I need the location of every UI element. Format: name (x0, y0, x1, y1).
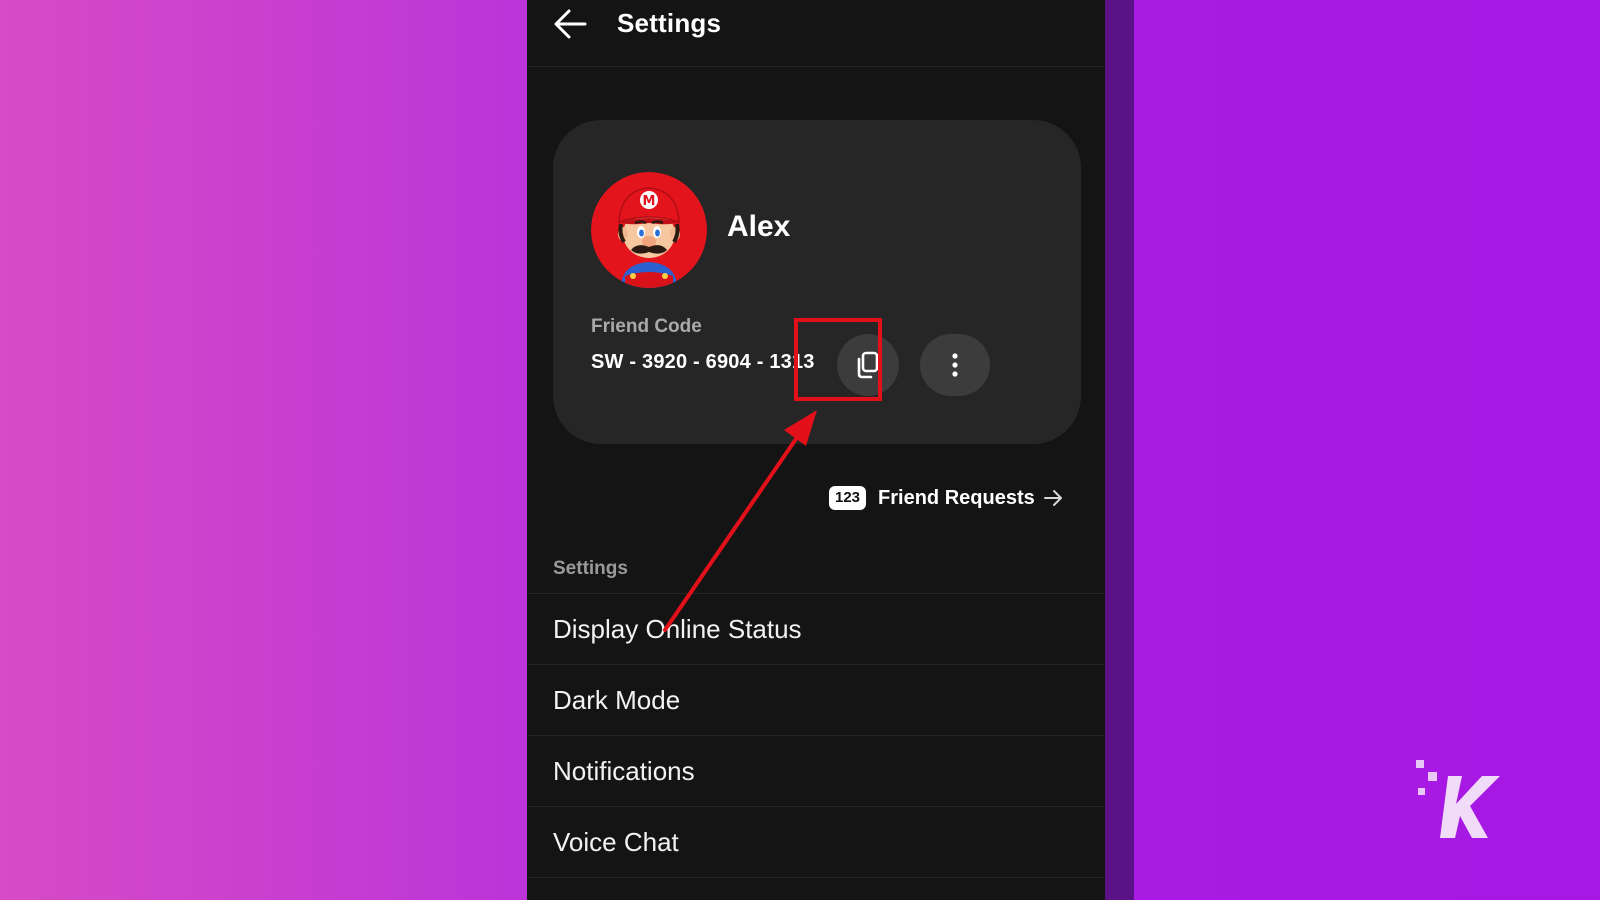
back-button[interactable] (551, 6, 591, 42)
app-header: Settings (527, 0, 1105, 67)
page-title: Settings (617, 8, 722, 38)
arrow-right-icon (1043, 490, 1062, 506)
phone-screen: Settings M Alex Friend Code SW - 3920 - … (527, 0, 1105, 900)
menu-item-display-online-status[interactable]: Display Online Status (527, 593, 1105, 664)
user-name: Alex (727, 210, 791, 243)
settings-section-label: Settings (553, 558, 628, 579)
menu-item-label: Display Online Status (553, 614, 802, 644)
copy-friend-code-button[interactable] (837, 334, 899, 396)
menu-item-voice-chat[interactable]: Voice Chat (527, 806, 1105, 878)
menu-item-label: Voice Chat (553, 827, 679, 857)
brand-logo-icon (1416, 760, 1500, 838)
profile-card: M Alex Friend Code SW - 3920 - 6904 - 13… (553, 120, 1081, 444)
mario-avatar-icon: M (591, 172, 707, 288)
phone-edge-shadow (1100, 0, 1134, 900)
friend-requests-count-badge: 123 (829, 486, 867, 510)
menu-item-notifications[interactable]: Notifications (527, 735, 1105, 806)
menu-item-label: Dark Mode (553, 685, 681, 715)
menu-item-label: Notifications (553, 756, 695, 786)
svg-text:M: M (643, 194, 656, 209)
more-options-button[interactable] (920, 334, 990, 396)
friend-requests-label: Friend Requests (878, 486, 1035, 509)
friend-code-value[interactable]: SW - 3920 - 6904 - 1313 (591, 351, 815, 374)
friend-code-label: Friend Code (591, 316, 702, 337)
more-vertical-icon (952, 353, 958, 377)
copy-icon (857, 351, 879, 379)
avatar[interactable]: M (591, 172, 707, 288)
menu-item-dark-mode[interactable]: Dark Mode (527, 664, 1105, 735)
friend-requests-link[interactable]: 123 Friend Requests (829, 484, 1065, 512)
back-arrow-icon (554, 9, 587, 39)
